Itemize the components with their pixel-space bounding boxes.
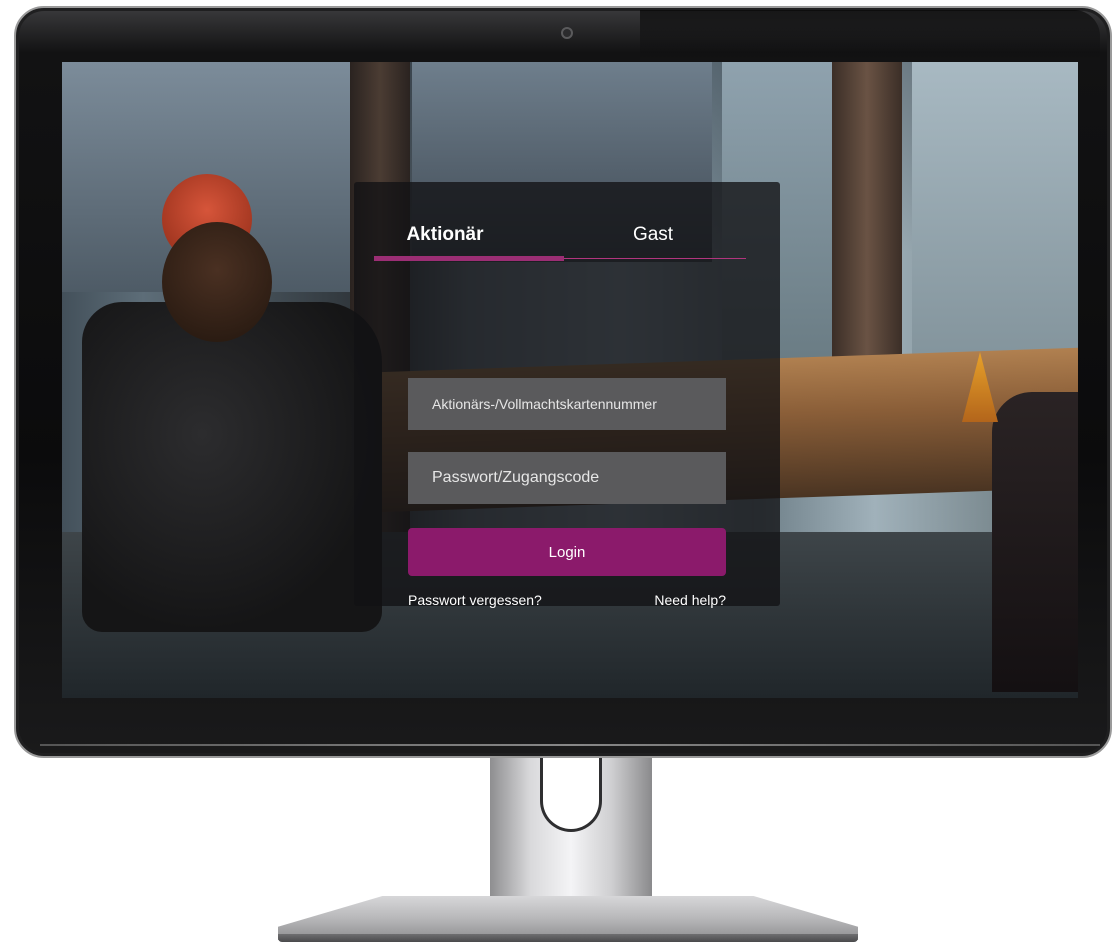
login-panel: Aktionär Gast Login Passwort vergessen? … xyxy=(354,182,780,608)
login-button[interactable]: Login xyxy=(408,528,726,576)
bezel-reflection xyxy=(640,10,1100,60)
background-person xyxy=(992,392,1078,692)
forgot-password-link[interactable]: Passwort vergessen? xyxy=(408,592,542,608)
login-tabs: Aktionär Gast xyxy=(374,212,746,264)
monitor-mockup: Aktionär Gast Login Passwort vergessen? … xyxy=(0,0,1112,950)
cable-hole xyxy=(540,758,602,832)
monitor-screen: Aktionär Gast Login Passwort vergessen? … xyxy=(62,62,1078,698)
tab-shareholder[interactable]: Aktionär xyxy=(374,212,560,258)
webcam-icon xyxy=(561,27,573,39)
tab-shareholder-label: Aktionär xyxy=(406,224,484,245)
bezel-edge xyxy=(40,744,1100,746)
tab-active-indicator xyxy=(374,256,564,261)
background-person xyxy=(162,222,272,342)
password-input[interactable] xyxy=(408,452,726,504)
background-chair xyxy=(82,302,382,632)
window-frame xyxy=(832,62,902,392)
card-number-input[interactable] xyxy=(408,378,726,430)
tab-guest-label: Gast xyxy=(632,224,674,245)
background-window xyxy=(912,62,1078,392)
monitor-stand-base-edge xyxy=(278,934,858,942)
tab-guest[interactable]: Gast xyxy=(560,212,746,258)
need-help-link[interactable]: Need help? xyxy=(654,592,726,608)
